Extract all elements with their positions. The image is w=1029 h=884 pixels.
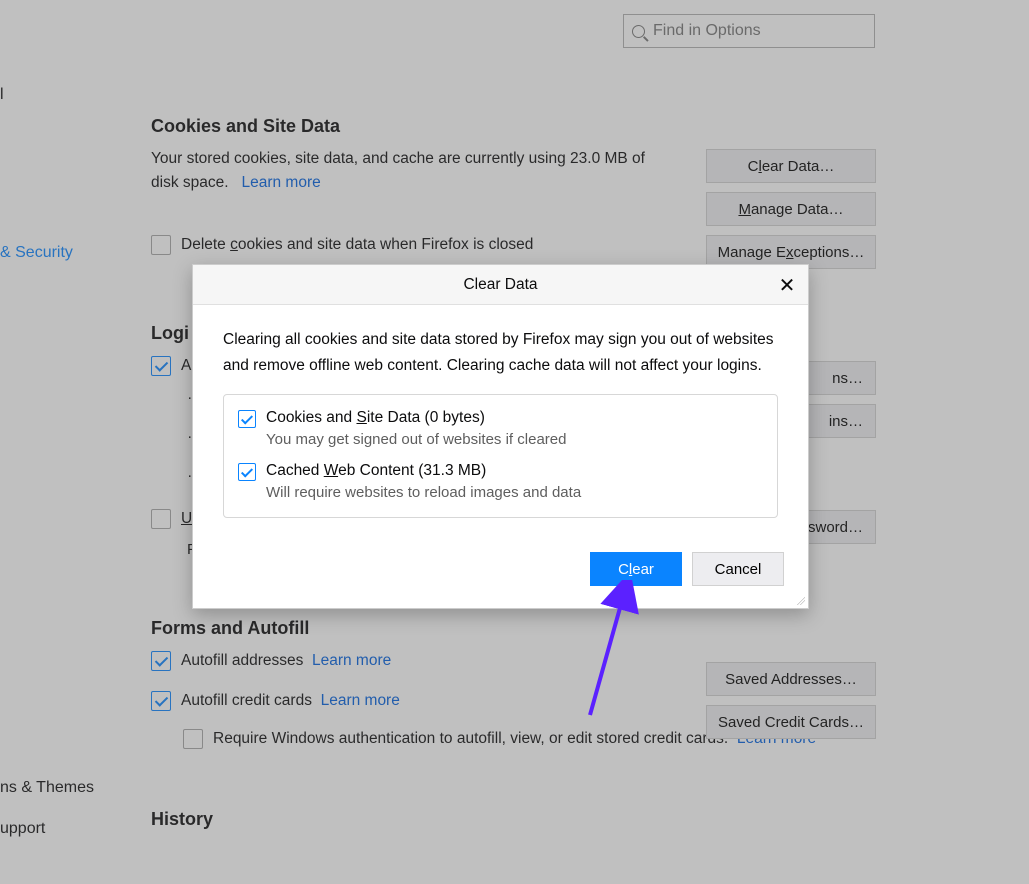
cookies-body-line2: disk space. xyxy=(151,174,229,191)
sidebar-fragment-top: l xyxy=(0,86,4,104)
delete-on-close-checkbox[interactable] xyxy=(151,235,171,255)
section-title-cookies: Cookies and Site Data xyxy=(151,116,871,137)
logins-ask-label-frag: A xyxy=(181,357,191,375)
resize-grip-icon[interactable] xyxy=(795,595,805,605)
logins-use-label-frag: U xyxy=(181,510,192,528)
require-auth-checkbox[interactable] xyxy=(183,729,203,749)
autofill-addresses-learn-more[interactable]: Learn more xyxy=(312,652,391,670)
sidebar-item-support[interactable]: upport xyxy=(0,820,45,838)
dialog-cookies-desc: You may get signed out of websites if cl… xyxy=(266,431,566,448)
dialog-title: Clear Data xyxy=(463,276,537,294)
dialog-cache-desc: Will require websites to reload images a… xyxy=(266,484,581,501)
dialog-cookies-label: Cookies and Site Data (0 bytes) xyxy=(266,409,566,427)
cookies-body-line1: Your stored cookies, site data, and cach… xyxy=(151,150,645,167)
section-title-forms: Forms and Autofill xyxy=(151,618,871,639)
require-auth-label: Require Windows authentication to autofi… xyxy=(213,730,728,748)
cookies-learn-more-link[interactable]: Learn more xyxy=(241,174,320,191)
autofill-addresses-checkbox[interactable] xyxy=(151,651,171,671)
manage-data-button[interactable]: Manage Data… xyxy=(706,192,876,226)
clear-data-dialog: Clear Data ✕ Clearing all cookies and si… xyxy=(192,264,809,609)
clear-data-button[interactable]: Clear Data… xyxy=(706,149,876,183)
dialog-close-icon[interactable]: ✕ xyxy=(776,273,798,295)
dialog-cache-checkbox[interactable] xyxy=(238,463,256,481)
sidebar-item-security[interactable]: & Security xyxy=(0,244,73,262)
autofill-cards-checkbox[interactable] xyxy=(151,691,171,711)
saved-addresses-button[interactable]: Saved Addresses… xyxy=(706,662,876,696)
dialog-clear-button[interactable]: Clear xyxy=(590,552,682,586)
dialog-cancel-button[interactable]: Cancel xyxy=(692,552,784,586)
dialog-intro-text: Clearing all cookies and site data store… xyxy=(223,327,778,378)
dialog-cookies-checkbox[interactable] xyxy=(238,410,256,428)
saved-cards-button[interactable]: Saved Credit Cards… xyxy=(706,705,876,739)
logins-use-checkbox[interactable] xyxy=(151,509,171,529)
sidebar-item-themes[interactable]: ns & Themes xyxy=(0,779,94,797)
dialog-cache-label: Cached Web Content (31.3 MB) xyxy=(266,462,581,480)
dialog-options-box: Cookies and Site Data (0 bytes) You may … xyxy=(223,394,778,518)
logins-ask-checkbox[interactable] xyxy=(151,356,171,376)
delete-on-close-label: Delete cookies and site data when Firefo… xyxy=(181,236,533,254)
autofill-cards-label: Autofill credit cards xyxy=(181,692,312,710)
autofill-cards-learn-more[interactable]: Learn more xyxy=(321,692,400,710)
autofill-addresses-label: Autofill addresses xyxy=(181,652,303,670)
section-title-history: History xyxy=(151,809,871,830)
